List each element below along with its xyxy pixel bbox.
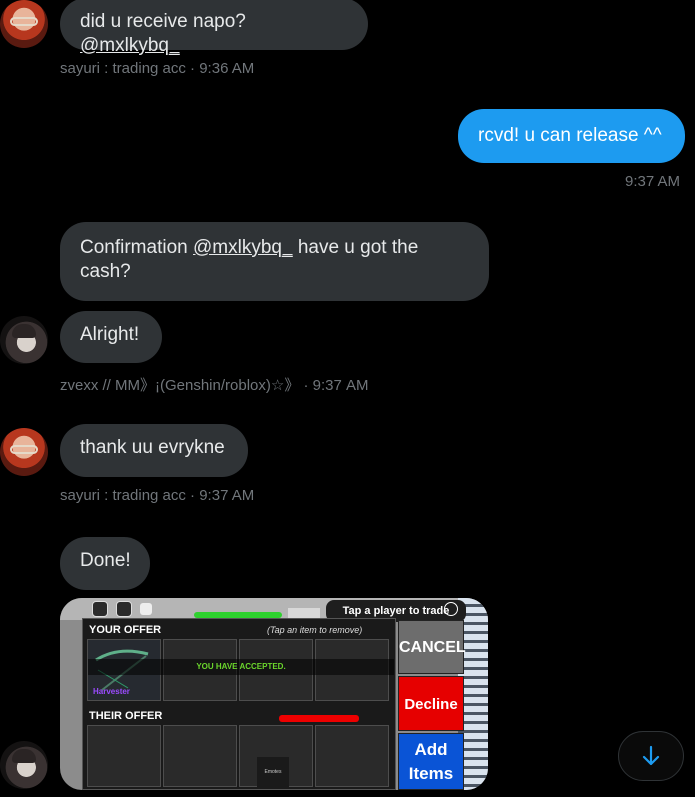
item-name: Harvester xyxy=(93,687,130,696)
message-text: rcvd! u can release ^^ xyxy=(478,125,662,146)
message-bubble: Alright! xyxy=(60,311,162,363)
trade-panel: YOUR OFFER (Tap an item to remove) YOU H… xyxy=(82,618,396,790)
message-bubble: Done! xyxy=(60,537,150,590)
their-slot xyxy=(163,725,237,787)
their-slot xyxy=(87,725,161,787)
message-bubble-outgoing: rcvd! u can release ^^ xyxy=(458,109,685,163)
message-bubble: did u receive napo? @mxlkybq_ xyxy=(60,0,368,56)
message-text: thank uu evrykne xyxy=(80,437,225,458)
remove-hint: (Tap an item to remove) xyxy=(267,625,363,635)
roblox-menu-icon xyxy=(92,601,108,617)
avatar-zvexx[interactable] xyxy=(0,741,48,789)
attached-game-screenshot[interactable]: Tap a player to trade YOUR OFFER (Tap an… xyxy=(60,598,488,790)
message-meta: zvexx // MM》¡(Genshin/roblox)☆》 · 9:37 A… xyxy=(60,377,369,394)
mention-link[interactable]: @mxlkybq_ xyxy=(193,237,293,258)
message-bubble: Confirmation @mxlkybq_ have u got the ca… xyxy=(60,222,489,301)
redacted-username xyxy=(279,715,359,722)
avatar-sayuri[interactable] xyxy=(0,0,48,48)
mention-link[interactable]: @mxlkybq_ xyxy=(80,35,180,56)
your-offer-label: YOUR OFFER xyxy=(89,624,162,636)
add-items-button: Add Items xyxy=(398,733,464,790)
scroll-to-bottom-button[interactable] xyxy=(618,731,684,781)
accepted-status: YOU HAVE ACCEPTED. xyxy=(88,659,394,675)
their-slot xyxy=(315,725,389,787)
lock-icon xyxy=(140,603,152,615)
emotes-label: Emotes xyxy=(257,757,289,787)
message-text: did u receive napo? xyxy=(80,11,246,32)
message-text: Confirmation xyxy=(80,237,193,258)
arrow-down-icon xyxy=(642,745,660,766)
message-meta: sayuri : trading acc · 9:36 AM xyxy=(60,60,255,77)
decline-button: Decline xyxy=(398,676,464,731)
chat-icon xyxy=(116,601,132,617)
message-bubble: thank uu evrykne xyxy=(60,424,248,477)
smile-icon xyxy=(444,602,458,616)
avatar-sayuri[interactable] xyxy=(0,428,48,476)
message-text: Done! xyxy=(80,550,131,571)
message-meta: sayuri : trading acc · 9:37 AM xyxy=(60,487,255,504)
their-offer-label: THEIR OFFER xyxy=(89,710,163,722)
cancel-button: CANCEL xyxy=(398,620,466,674)
message-timestamp: 9:37 AM xyxy=(625,173,681,190)
message-text: Alright! xyxy=(80,324,140,345)
avatar-zvexx[interactable] xyxy=(0,316,48,364)
